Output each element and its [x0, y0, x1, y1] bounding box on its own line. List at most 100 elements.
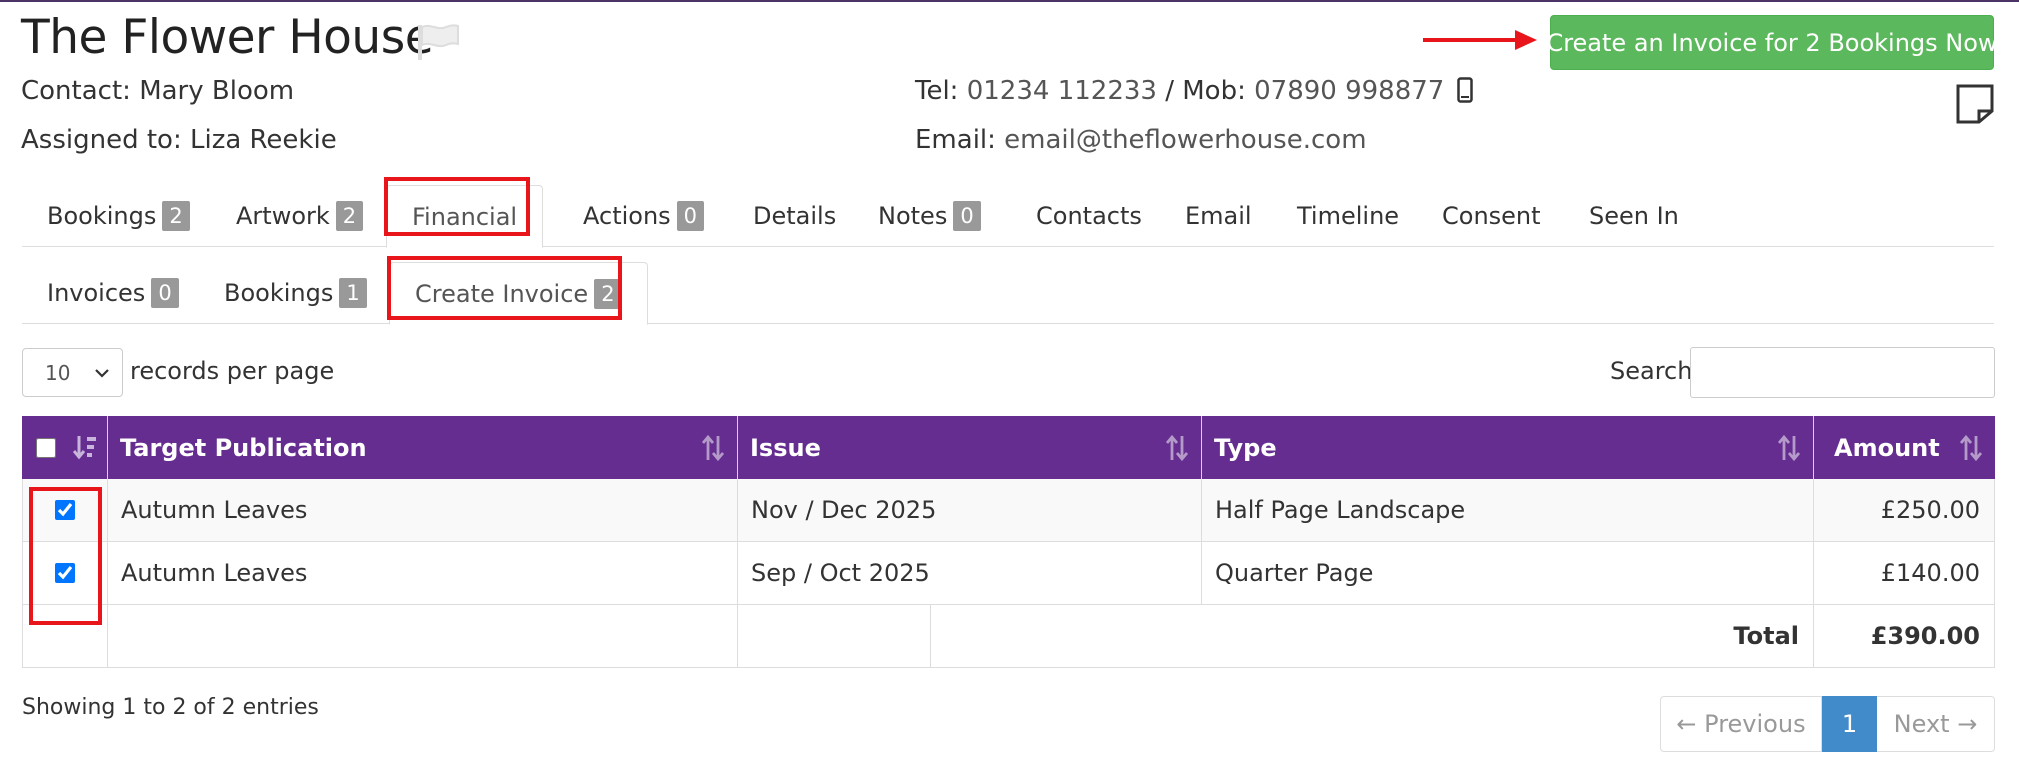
tab-actions[interactable]: Actions 0: [558, 185, 729, 247]
flag-icon[interactable]: [414, 22, 462, 62]
contact-name: Mary Bloom: [139, 76, 295, 106]
sort-icon: [1959, 434, 1983, 462]
assigned-label: Assigned to:: [21, 125, 182, 155]
column-header-label: Type: [1214, 433, 1277, 462]
assigned-line: Assigned to: Liza Reekie: [21, 125, 337, 155]
tab-sub-bookings[interactable]: Bookings 1: [199, 262, 392, 324]
sort-icon: [1165, 434, 1189, 462]
table-cell: Quarter Page: [1202, 542, 1814, 605]
arrow-right-icon: [1423, 30, 1537, 50]
records-per-page-value: 10: [45, 360, 71, 385]
row-checkbox[interactable]: [55, 500, 75, 520]
mobile-phone-icon: [1456, 77, 1473, 103]
sort-icon: [701, 434, 725, 462]
tab-badge: 1: [339, 278, 367, 308]
tab-bookings[interactable]: Bookings 2: [22, 185, 215, 247]
tab-contacts[interactable]: Contacts: [1011, 185, 1167, 247]
sub-tabs: Invoices 0 Bookings 1 Create Invoice 2: [22, 262, 1994, 325]
tab-badge: 0: [151, 278, 179, 308]
table-cell: Autumn Leaves: [108, 479, 738, 542]
row-select-cell: [22, 542, 108, 605]
table-cell: Sep / Oct 2025: [738, 542, 1202, 605]
records-per-page-label: records per page: [130, 357, 335, 385]
create-invoice-now-button[interactable]: Create an Invoice for 2 Bookings Now: [1546, 15, 1998, 70]
tab-label: Email: [1185, 202, 1252, 230]
records-per-page-select[interactable]: 10: [22, 348, 123, 397]
tab-label: Details: [753, 202, 837, 230]
select-all-header: [22, 416, 108, 479]
tab-label: Contacts: [1036, 202, 1142, 230]
main-tabs: Bookings 2 Artwork 2 Financial Actions 0…: [22, 185, 1994, 248]
assigned-name: Liza Reekie: [189, 125, 337, 155]
tab-label: Actions: [583, 202, 671, 230]
column-header-target-publication[interactable]: Target Publication: [108, 416, 738, 479]
tab-label: Consent: [1442, 202, 1541, 230]
tab-badge: 2: [594, 278, 622, 309]
email-line: Email: email@theflowerhouse.com: [915, 125, 1367, 155]
sort-icon[interactable]: [73, 434, 97, 462]
search-input[interactable]: [1690, 347, 1995, 398]
chevron-down-icon: [95, 369, 109, 378]
tab-seen-in[interactable]: Seen In: [1564, 185, 1704, 247]
mob-label: Mob:: [1182, 76, 1246, 106]
tab-label: Seen In: [1589, 202, 1679, 230]
tab-timeline[interactable]: Timeline: [1272, 185, 1424, 247]
page-1-button[interactable]: 1: [1822, 696, 1877, 752]
tab-invoices[interactable]: Invoices 0: [22, 262, 204, 324]
sticky-note-icon[interactable]: [1955, 83, 1995, 125]
sort-icon: [1777, 434, 1801, 462]
contact-line: Contact: Mary Bloom: [21, 76, 294, 106]
previous-page-button[interactable]: ← Previous: [1660, 696, 1822, 752]
row-select-cell: [22, 479, 108, 542]
tab-label: Bookings: [47, 202, 157, 230]
column-header-label: Amount: [1834, 433, 1940, 462]
tab-details[interactable]: Details: [728, 185, 861, 247]
tab-notes[interactable]: Notes 0: [853, 185, 1006, 247]
pagination: ← Previous 1 Next →: [1660, 696, 1995, 752]
tab-badge: 2: [162, 201, 190, 231]
phone-line: Tel: 01234 112233 / Mob: 07890 998877: [915, 76, 1473, 106]
table-cell: Nov / Dec 2025: [738, 479, 1202, 542]
tab-label: Timeline: [1297, 202, 1400, 230]
tab-label: Notes: [878, 202, 948, 230]
column-divider: [930, 605, 931, 668]
column-header-issue[interactable]: Issue: [738, 416, 1202, 479]
table-cell: [22, 605, 108, 668]
entries-info: Showing 1 to 2 of 2 entries: [22, 695, 319, 720]
tel-label: Tel:: [915, 76, 959, 106]
contact-label: Contact:: [21, 76, 131, 106]
total-label: Total: [738, 605, 1814, 668]
email-value[interactable]: email@theflowerhouse.com: [1004, 125, 1366, 155]
tab-email[interactable]: Email: [1160, 185, 1277, 247]
tab-badge: 0: [953, 201, 981, 231]
company-name: The Flower House: [21, 10, 434, 65]
tab-label: Invoices: [47, 279, 146, 307]
tab-label: Create Invoice: [415, 279, 589, 308]
tab-badge: 2: [335, 201, 364, 231]
column-header-amount[interactable]: Amount: [1814, 416, 1995, 479]
table-cell: £140.00: [1814, 542, 1995, 605]
tab-artwork[interactable]: Artwork 2: [211, 185, 388, 247]
tab-badge: 0: [676, 201, 705, 231]
mob-value[interactable]: 07890 998877: [1254, 76, 1444, 106]
email-label: Email:: [915, 125, 996, 155]
table-cell: Half Page Landscape: [1202, 479, 1814, 542]
tab-consent[interactable]: Consent: [1417, 185, 1566, 247]
tab-create-invoice[interactable]: Create Invoice 2: [389, 262, 648, 325]
search-label: Search:: [1610, 357, 1701, 385]
tab-label: Bookings: [224, 279, 334, 307]
row-checkbox[interactable]: [55, 563, 75, 583]
table-cell: £250.00: [1814, 479, 1995, 542]
top-border: [0, 0, 2019, 2]
column-header-type[interactable]: Type: [1202, 416, 1814, 479]
tel-value[interactable]: 01234 112233: [967, 76, 1157, 106]
table-cell: [108, 605, 738, 668]
phone-separator: /: [1165, 76, 1174, 106]
select-all-checkbox[interactable]: [36, 437, 56, 458]
column-header-label: Target Publication: [120, 433, 367, 462]
tab-financial[interactable]: Financial: [386, 185, 544, 248]
column-header-label: Issue: [750, 433, 821, 462]
next-page-button[interactable]: Next →: [1877, 696, 1995, 752]
total-value: £390.00: [1814, 605, 1995, 668]
table-cell: Autumn Leaves: [108, 542, 738, 605]
